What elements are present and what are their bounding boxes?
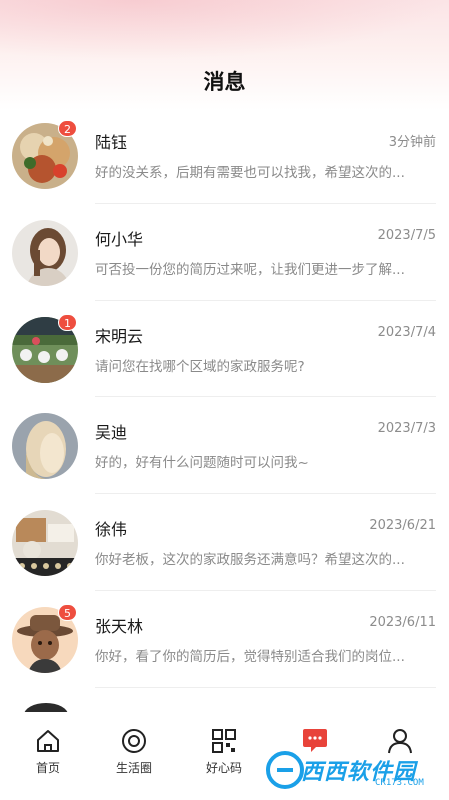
page-title: 消息 [203,70,246,94]
unread-badge: 1 [58,313,77,331]
still-life-avatar [12,510,78,577]
message-time: 3分钟前 [388,135,436,150]
contact-name: 张天林 [95,616,144,636]
message-preview: 请问您在找哪个区域的家政服务呢? [95,358,305,375]
message-time: 2023/6/11 [369,614,436,630]
contact-name: 陆钰 [95,133,128,152]
unread-badge: 5 [58,603,77,621]
contact-name: 宋明云 [95,326,144,346]
woman-portrait-avatar [12,219,78,286]
tab-label: 首页 [35,761,60,775]
message-row[interactable]: 5 张天林 2023/6/11 你好，看了你的简历后，觉得特别适合我们的岗位..… [0,591,449,688]
message-time: 2023/7/4 [377,324,436,340]
contact-name: 何小华 [95,229,144,249]
circle-target-icon [122,729,146,753]
message-preview: 好的没关系，后期有需要也可以找我，希望这次的... [95,165,405,181]
contact-name: 吴迪 [95,423,128,443]
header-glow [0,0,449,60]
message-preview: 你好，看了你的简历后，觉得特别适合我们的岗位... [95,648,405,665]
home-icon [37,730,59,752]
tab-label: 好心码 [205,761,242,775]
message-preview: 可否投一份您的简历过来呢，让我们更进一步了解... [95,261,405,278]
message-time: 2023/7/5 [377,227,436,243]
message-preview: 你好老板，这次的家政服务还满意吗？希望这次的... [95,552,405,569]
watermark-logo-icon [266,751,304,789]
message-row[interactable]: 徐伟 2023/6/21 你好老板，这次的家政服务还满意吗？希望这次的... [0,494,449,591]
qr-code-icon [212,729,236,753]
message-time: 2023/6/21 [369,518,436,534]
message-row[interactable]: 吴迪 2023/7/3 好的，好有什么问题随时可以问我~ [0,397,449,495]
watermark-sub: CR173.COM [375,778,424,788]
site-watermark: 西西软件园 CR173.COM [265,750,435,792]
message-row[interactable]: 2 陆钰 3分钟前 好的没关系，后期有需要也可以找我，希望这次的... [0,107,449,204]
row-divider [95,686,436,688]
tab-good-code[interactable]: 好心码 [189,728,259,776]
unread-badge: 2 [58,120,77,137]
message-list[interactable]: 2 陆钰 3分钟前 好的没关系，后期有需要也可以找我，希望这次的... 何小华 … [0,107,449,711]
blonde-hair-avatar [12,413,78,480]
message-time: 2023/7/3 [377,421,436,437]
message-preview: 好的，好有什么问题随时可以问我~ [95,455,309,472]
tab-home[interactable]: 首页 [13,728,83,776]
tab-label: 生活圈 [115,761,152,775]
tab-life-circle[interactable]: 生活圈 [99,728,169,776]
message-row[interactable]: 何小华 2023/7/5 可否投一份您的简历过来呢，让我们更进一步了解... [0,204,449,301]
partial-avatar [22,700,70,712]
contact-name: 徐伟 [95,520,128,540]
message-row[interactable]: 1 宋明云 2023/7/4 请问您在找哪个区域的家政服务呢? [0,301,449,398]
